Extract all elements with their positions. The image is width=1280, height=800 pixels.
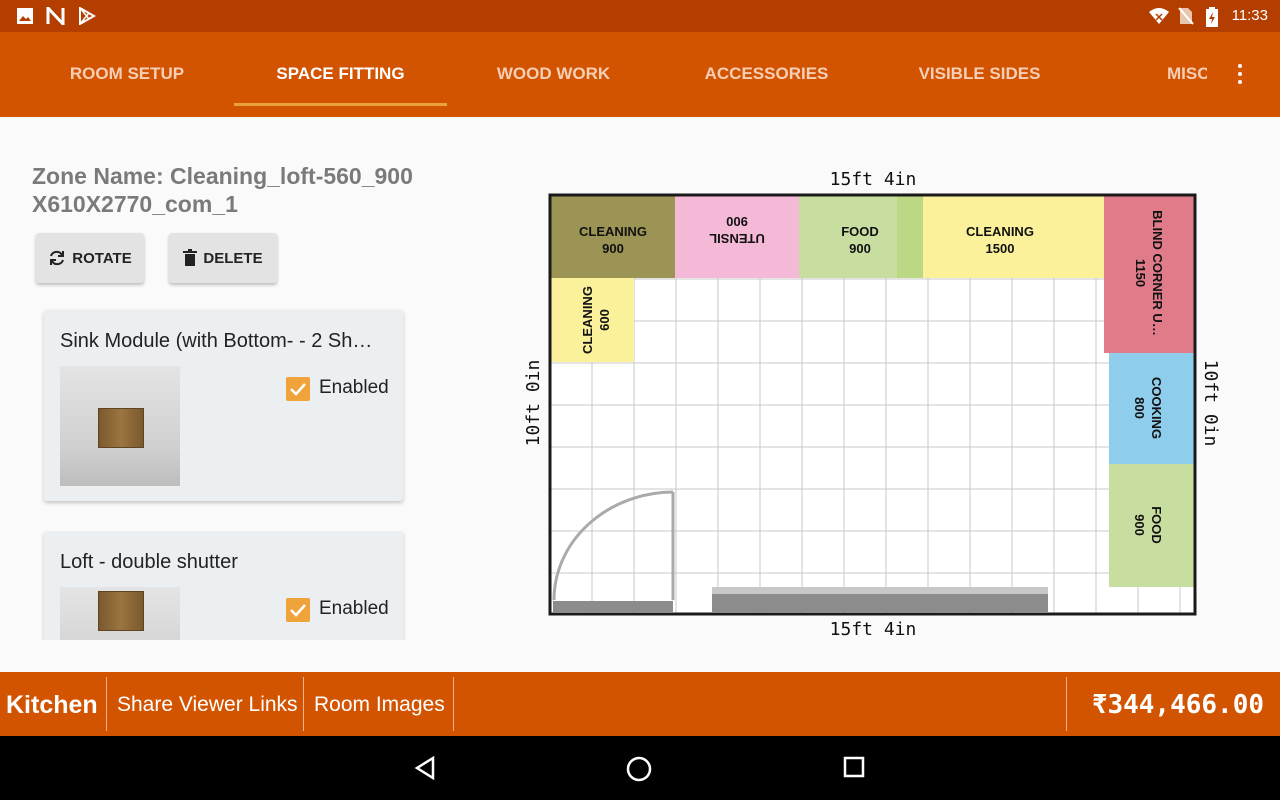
block-value: 600 xyxy=(597,309,612,331)
bottom-bar: Kitchen Share Viewer Links Room Images ₹… xyxy=(0,672,1280,736)
delete-button[interactable]: DELETE xyxy=(169,233,277,283)
more-options-icon[interactable] xyxy=(1228,62,1252,88)
tab-visible-sides[interactable]: VISIBLE SIDES xyxy=(873,32,1086,117)
block-value: 900 xyxy=(849,241,871,256)
status-time: 11:33 xyxy=(1231,7,1268,24)
floor-plan[interactable]: CLEANING 900 UTENSIL 900 FOOD 900 CLEANI… xyxy=(500,160,1240,650)
delete-button-label: DELETE xyxy=(203,249,263,267)
block-value: 1500 xyxy=(986,241,1015,256)
trash-icon xyxy=(183,249,198,266)
zone-name-line1: Zone Name: Cleaning_loft-560_900 xyxy=(32,163,413,189)
block-label: COOKING xyxy=(1149,377,1164,439)
checkmark-icon xyxy=(290,383,306,396)
block-label: FOOD xyxy=(1149,506,1164,544)
enabled-checkbox[interactable] xyxy=(286,377,310,401)
block-label: CLEANING xyxy=(580,286,595,354)
module-list-clip: Loft - double shutter Enabled xyxy=(0,531,420,640)
recents-icon[interactable] xyxy=(843,756,865,778)
checkmark-icon xyxy=(290,604,306,617)
block-label: CLEANING xyxy=(579,224,647,239)
enabled-label: Enabled xyxy=(319,598,389,619)
enabled-label: Enabled xyxy=(319,377,389,398)
room-images-button[interactable]: Room Images xyxy=(314,672,445,736)
tab-bar: ROOM SETUP SPACE FITTING WOOD WORK ACCES… xyxy=(0,32,1280,117)
block-value: 1150 xyxy=(1133,259,1148,287)
block-label: BLIND CORNER U… xyxy=(1150,210,1165,336)
divider xyxy=(1066,677,1067,731)
module-title: Loft - double shutter xyxy=(60,551,238,573)
status-bar: 11:33 xyxy=(0,0,1280,32)
module-thumbnail xyxy=(60,587,180,640)
block-label: CLEANING xyxy=(966,224,1034,239)
bottom-dimension: 15ft 4in xyxy=(830,619,917,640)
top-dimension: 15ft 4in xyxy=(830,169,917,190)
window-sill xyxy=(712,587,1048,594)
battery-charging-icon xyxy=(1206,7,1218,27)
play-store-icon xyxy=(79,7,96,25)
tab-wood-work[interactable]: WOOD WORK xyxy=(447,32,660,117)
block-food-overlap xyxy=(897,196,923,278)
share-viewer-links-button[interactable]: Share Viewer Links xyxy=(117,672,298,736)
tab-accessories[interactable]: ACCESSORIES xyxy=(660,32,873,117)
block-blind-corner-1150[interactable] xyxy=(1104,196,1194,353)
module-thumbnail xyxy=(60,366,180,486)
room-name[interactable]: Kitchen xyxy=(6,672,98,736)
block-label: FOOD xyxy=(841,224,879,239)
tab-room-setup[interactable]: ROOM SETUP xyxy=(20,32,234,117)
active-tab-indicator xyxy=(234,103,447,106)
window xyxy=(712,594,1048,612)
module-card[interactable]: Sink Module (with Bottom- - 2 Sh… Enable… xyxy=(44,310,403,501)
right-dimension: 10ft 0in xyxy=(1200,360,1221,447)
total-price: ₹344,466.00 xyxy=(1091,690,1264,720)
divider xyxy=(453,677,454,731)
block-value: 900 xyxy=(726,214,748,229)
home-icon[interactable] xyxy=(626,756,652,782)
wifi-icon xyxy=(1149,8,1169,24)
zone-name: Zone Name: Cleaning_loft-560_900 X610X27… xyxy=(32,162,452,218)
enabled-checkbox[interactable] xyxy=(286,598,310,622)
system-nav-bar xyxy=(0,736,1280,800)
n-notification-icon xyxy=(46,7,65,25)
zone-name-line2: X610X2770_com_1 xyxy=(32,191,238,217)
tab-misc[interactable]: MISC xyxy=(1167,32,1207,117)
back-icon[interactable] xyxy=(413,756,437,780)
module-title: Sink Module (with Bottom- - 2 Sh… xyxy=(60,330,373,352)
divider xyxy=(106,677,107,731)
block-label: UTENSIL xyxy=(709,231,765,246)
module-card[interactable]: Loft - double shutter Enabled xyxy=(44,531,403,640)
rotate-button-label: ROTATE xyxy=(72,249,132,267)
divider xyxy=(303,677,304,731)
door-threshold xyxy=(553,601,673,612)
block-value: 900 xyxy=(1132,514,1147,536)
block-value: 900 xyxy=(602,241,624,256)
gallery-icon xyxy=(17,8,33,24)
block-value: 800 xyxy=(1132,397,1147,419)
rotate-button[interactable]: ROTATE xyxy=(36,233,144,283)
rotate-icon xyxy=(50,250,65,266)
left-dimension: 10ft 0in xyxy=(523,360,544,447)
no-sim-icon xyxy=(1178,7,1194,25)
